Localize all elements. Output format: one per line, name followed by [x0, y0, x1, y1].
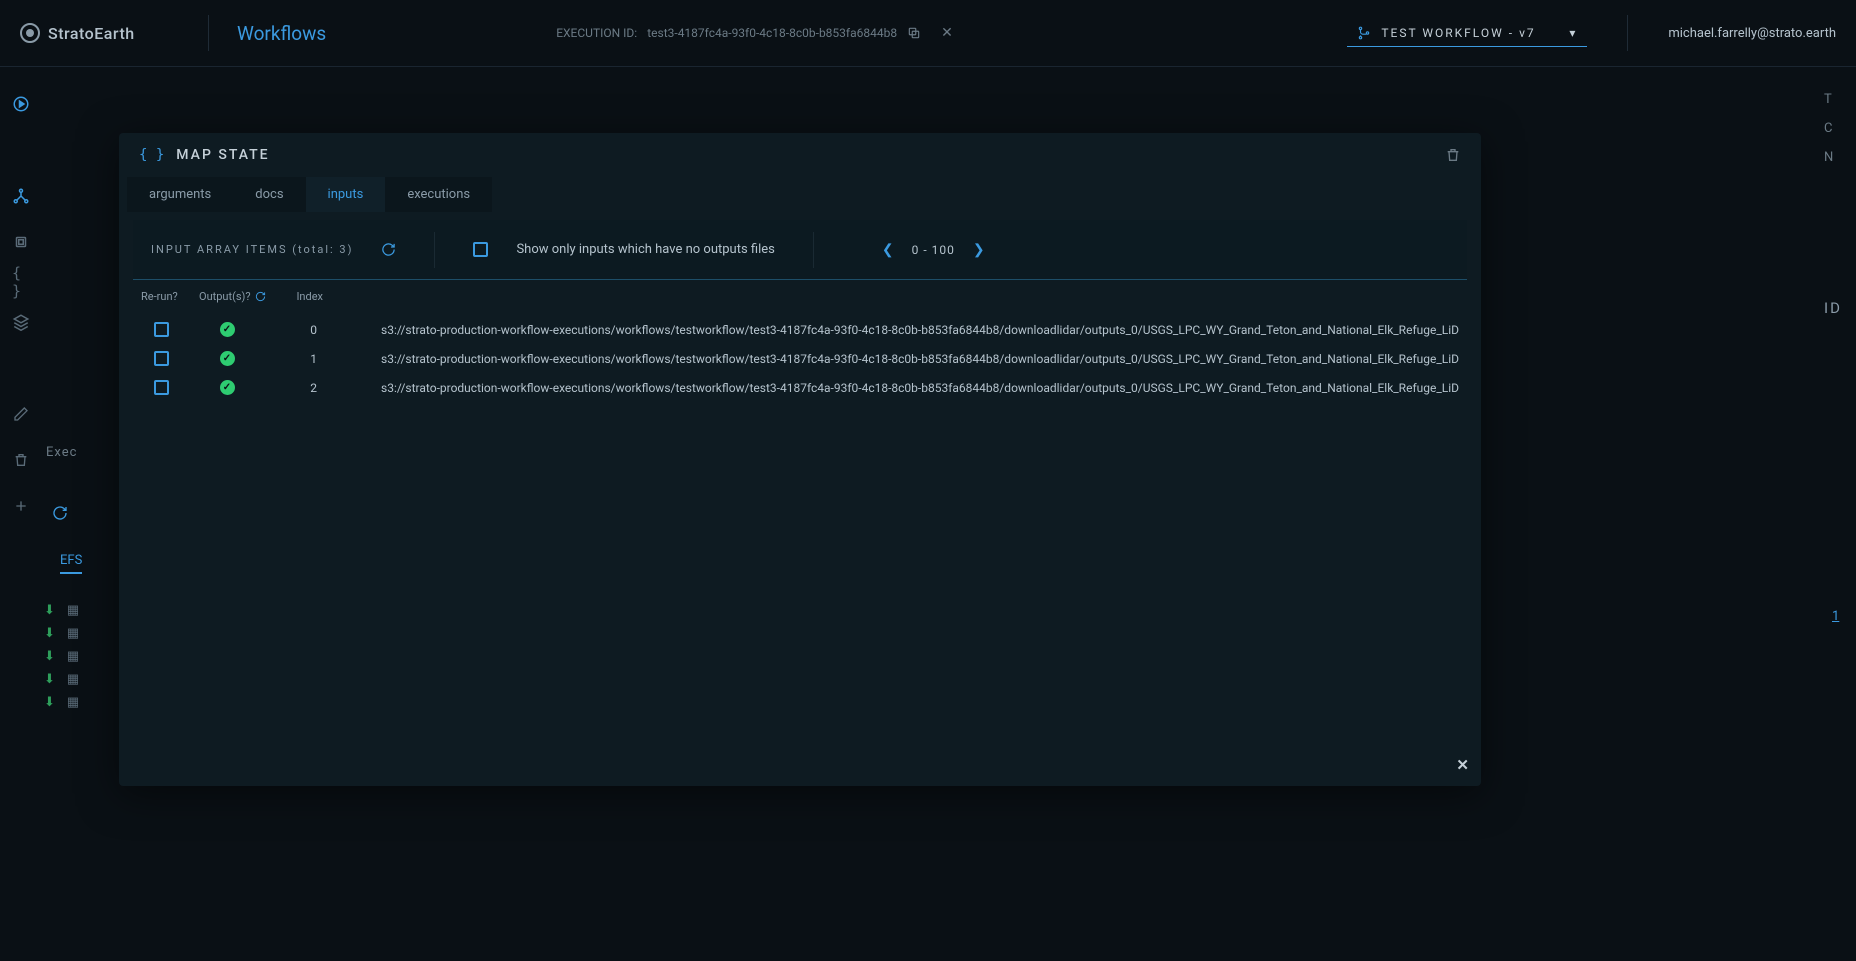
pager: ❮ 0 - 100 ❯: [882, 242, 985, 258]
top-bar: StratoEarth Workflows EXECUTION ID: test…: [0, 0, 1856, 67]
play-icon[interactable]: [12, 95, 30, 113]
workflow-selector[interactable]: TEST WORKFLOW - v7 ▾: [1347, 20, 1587, 47]
col-index-header: Index: [273, 290, 323, 303]
pager-next-icon[interactable]: ❯: [973, 242, 985, 258]
row-index: 0: [273, 323, 323, 337]
download-item[interactable]: ⬇▦: [42, 626, 79, 641]
input-row: ✓ 2 s3://strato-production-workflow-exec…: [141, 373, 1459, 402]
row-index: 2: [273, 381, 323, 395]
tab-inputs[interactable]: inputs: [306, 177, 386, 212]
user-email[interactable]: michael.farrelly@strato.earth: [1627, 15, 1836, 51]
storage-icon: ▦: [67, 603, 79, 618]
right-letter: T: [1824, 92, 1832, 107]
download-item[interactable]: ⬇▦: [42, 695, 79, 710]
graph-node-icon[interactable]: [12, 187, 30, 205]
modal-close-icon[interactable]: ✕: [1456, 756, 1469, 774]
input-array-label: INPUT ARRAY ITEMS (total: 3): [151, 243, 353, 256]
right-letter: C: [1824, 121, 1832, 136]
modal-tabs: arguments docs inputs executions: [119, 177, 1481, 212]
rerun-checkbox[interactable]: [154, 351, 169, 366]
output-success-icon: ✓: [220, 351, 235, 366]
pager-range: 0 - 100: [912, 243, 955, 257]
map-state-modal: { } MAP STATE arguments docs inputs exec…: [119, 133, 1481, 786]
pager-prev-icon[interactable]: ❮: [882, 242, 894, 258]
row-path: s3://strato-production-workflow-executio…: [341, 352, 1459, 366]
right-id-label: ID: [1824, 299, 1842, 317]
show-only-no-outputs-label: Show only inputs which have no outputs f…: [516, 242, 774, 257]
refresh-outputs-icon[interactable]: [255, 291, 266, 302]
right-letter: N: [1824, 150, 1833, 165]
brand[interactable]: StratoEarth: [20, 23, 180, 43]
pencil-icon[interactable]: [12, 405, 30, 423]
download-icon: ⬇: [44, 672, 55, 687]
trash-icon[interactable]: [12, 451, 30, 469]
refresh-executions-icon[interactable]: [52, 505, 68, 521]
separator: [434, 232, 435, 268]
rerun-checkbox[interactable]: [154, 380, 169, 395]
right-panel-cropped: T C N ID 1: [1806, 67, 1856, 961]
modal-title: MAP STATE: [176, 147, 269, 163]
tab-arguments[interactable]: arguments: [127, 177, 233, 212]
brand-logo-icon: [20, 23, 40, 43]
plus-icon[interactable]: [12, 497, 30, 515]
download-item[interactable]: ⬇▦: [42, 603, 79, 618]
row-path: s3://strato-production-workflow-executio…: [341, 323, 1459, 337]
delete-button[interactable]: [1445, 147, 1461, 163]
left-nav-rail: { }: [0, 67, 42, 961]
storage-icon: ▦: [67, 649, 79, 664]
map-state-icon: { }: [139, 147, 164, 163]
dropdown-caret-icon: ▾: [1569, 26, 1577, 40]
refresh-inputs-icon[interactable]: [381, 242, 396, 257]
close-execution-icon[interactable]: ✕: [941, 25, 953, 41]
separator: [208, 15, 209, 51]
brackets-icon[interactable]: { }: [12, 273, 30, 291]
rerun-checkbox[interactable]: [154, 322, 169, 337]
col-outputs-header: Output(s)?: [199, 290, 255, 303]
workflow-selector-value: TEST WORKFLOW - v7: [1381, 26, 1559, 40]
executions-panel-label: Exec: [46, 445, 77, 460]
download-icon: ⬇: [44, 603, 55, 618]
separator: [813, 232, 814, 268]
layers-icon[interactable]: [12, 313, 30, 331]
right-link-one[interactable]: 1: [1832, 609, 1839, 624]
input-row: ✓ 1 s3://strato-production-workflow-exec…: [141, 344, 1459, 373]
efs-tab[interactable]: EFS: [60, 553, 82, 574]
download-list: ⬇▦ ⬇▦ ⬇▦ ⬇▦ ⬇▦: [42, 603, 79, 710]
download-item[interactable]: ⬇▦: [42, 672, 79, 687]
storage-icon: ▦: [67, 626, 79, 641]
download-icon: ⬇: [44, 626, 55, 641]
download-icon: ⬇: [44, 649, 55, 664]
download-icon: ⬇: [44, 695, 55, 710]
execution-id-value: test3-4187fc4a-93f0-4c18-8c0b-b853fa6844…: [647, 26, 897, 40]
input-row: ✓ 0 s3://strato-production-workflow-exec…: [141, 315, 1459, 344]
brand-name: StratoEarth: [48, 24, 135, 43]
row-index: 1: [273, 352, 323, 366]
row-path: s3://strato-production-workflow-executio…: [341, 381, 1459, 395]
copy-icon[interactable]: [907, 26, 921, 40]
output-success-icon: ✓: [220, 380, 235, 395]
download-item[interactable]: ⬇▦: [42, 649, 79, 664]
col-rerun-header: Re-run?: [141, 290, 181, 303]
output-success-icon: ✓: [220, 322, 235, 337]
show-only-no-outputs-checkbox[interactable]: [473, 242, 488, 257]
chip-icon[interactable]: [12, 233, 30, 251]
input-rows: ✓ 0 s3://strato-production-workflow-exec…: [119, 309, 1481, 408]
column-headers: Re-run? Output(s)? Index: [119, 280, 1481, 309]
workflow-branch-icon: [1357, 26, 1371, 40]
execution-id-label: EXECUTION ID:: [556, 26, 637, 40]
tab-executions[interactable]: executions: [385, 177, 492, 212]
storage-icon: ▦: [67, 672, 79, 687]
storage-icon: ▦: [67, 695, 79, 710]
section-title[interactable]: Workflows: [237, 22, 326, 45]
tab-docs[interactable]: docs: [233, 177, 305, 212]
filter-bar: INPUT ARRAY ITEMS (total: 3) Show only i…: [133, 220, 1467, 280]
execution-id-display: EXECUTION ID: test3-4187fc4a-93f0-4c18-8…: [556, 25, 953, 41]
